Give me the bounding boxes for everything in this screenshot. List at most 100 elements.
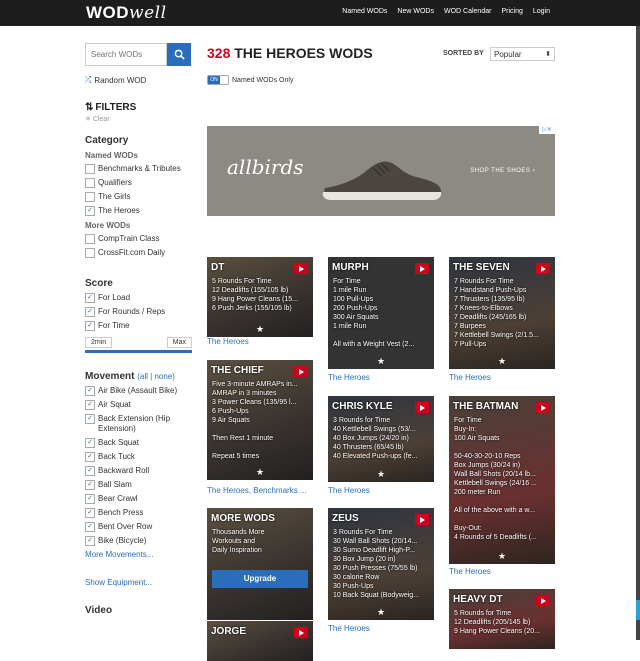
wod-card-more-wods[interactable]: MORE WODS Thousands More Workouts and Daily… [207,508,313,620]
clear-filters-link[interactable]: ✕ Clear [85,115,192,123]
filter-for-load[interactable]: ✓ For Load [85,293,192,303]
wod-card-the-batman[interactable]: THE BATMAN For Time Buy-In: 100 Air Squats 5… [449,396,555,564]
wod-card-zeus[interactable]: ZEUS 3 Rounds For Time 30 Wall Ball Shots … [328,508,434,620]
checkbox-checked[interactable]: ✓ [85,508,95,518]
checkbox-checked[interactable]: ✓ [85,206,95,216]
checkbox[interactable] [85,234,95,244]
favorite-star-icon[interactable]: ★ [328,356,434,367]
named-only-toggle[interactable]: ON Named WODs Only [207,75,293,85]
checkbox-checked[interactable]: ✓ [85,400,95,410]
filter-bear-crawl[interactable]: ✓ Bear Crawl [85,494,192,504]
nav-pricing[interactable]: Pricing [496,8,527,15]
wod-category-link[interactable]: The Heroes [207,337,249,346]
nav-login[interactable]: Login [528,8,555,15]
favorite-star-icon[interactable]: ★ [328,607,434,618]
range-slider[interactable] [85,350,192,353]
video-play-icon[interactable] [536,263,550,274]
filter-qualifiers[interactable]: Qualifiers [85,178,192,188]
filter-for-rounds-reps[interactable]: ✓ For Rounds / Reps [85,307,192,317]
filter-back-extension-hip-extension[interactable]: ✓ Back Extension (Hip Extension) [85,414,192,434]
checkbox[interactable] [85,178,95,188]
wod-card-murph[interactable]: MURPH For Time 1 mile Run 100 Pull-Ups 200 P… [328,257,434,369]
checkbox[interactable] [85,192,95,202]
checkbox-checked[interactable]: ✓ [85,321,95,331]
checkbox-checked[interactable]: ✓ [85,438,95,448]
wod-category-link[interactable]: The Heroes [328,486,370,495]
nav-new-wods[interactable]: New WODs [392,8,439,15]
scrollbar[interactable] [636,26,640,640]
filter-bench-press[interactable]: ✓ Bench Press [85,508,192,518]
nav-named-wods[interactable]: Named WODs [337,8,392,15]
movement-all-link[interactable]: all [140,372,148,381]
nav-wod-calendar[interactable]: WOD Calendar [439,8,496,15]
checkbox-checked[interactable]: ✓ [85,452,95,462]
wod-category-link[interactable]: The Heroes, Benchmarks ... [207,486,307,495]
filter-the-girls[interactable]: The Girls [85,192,192,202]
video-play-icon[interactable] [294,263,308,274]
search-input[interactable] [85,43,167,66]
filter-bent-over-row[interactable]: ✓ Bent Over Row [85,522,192,532]
more-movements-link[interactable]: More Movements... [85,550,192,559]
favorite-star-icon[interactable]: ★ [328,469,434,480]
checkbox-checked[interactable]: ✓ [85,386,95,396]
toggle-switch[interactable]: ON [207,75,229,85]
wod-category-link[interactable]: The Heroes [328,624,370,633]
logo[interactable]: WODwell [86,3,167,23]
feedback-tab[interactable] [636,600,640,620]
filter-the-heroes[interactable]: ✓ The Heroes [85,206,192,216]
wod-card-the-seven[interactable]: THE SEVEN 7 Rounds For Time 7 Handstand Pu… [449,257,555,369]
checkbox-checked[interactable]: ✓ [85,494,95,504]
filter-crossfit-com-daily[interactable]: CrossFit.com Daily [85,248,192,258]
upgrade-button[interactable]: Upgrade [212,570,308,588]
wod-category-link[interactable]: The Heroes [449,373,491,382]
checkbox-checked[interactable]: ✓ [85,536,95,546]
favorite-star-icon[interactable]: ★ [449,356,555,367]
video-play-icon[interactable] [415,263,429,274]
video-play-icon[interactable] [415,402,429,413]
filter-for-time[interactable]: ✓ For Time [85,321,192,331]
video-play-icon[interactable] [415,514,429,525]
filter-air-bike-assault-bike[interactable]: ✓ Air Bike (Assault Bike) [85,386,192,396]
filter-backward-roll[interactable]: ✓ Backward Roll [85,466,192,476]
wod-category-link[interactable]: The Heroes [449,567,491,576]
video-play-icon[interactable] [294,627,308,638]
show-equipment-link[interactable]: Show Equipment... [85,578,192,587]
wod-category-link[interactable]: The Heroes [328,373,370,382]
wod-line: 3 Rounds for Time [333,417,391,424]
filter-ball-slam[interactable]: ✓ Ball Slam [85,480,192,490]
favorite-star-icon[interactable]: ★ [207,467,313,478]
checkbox-checked[interactable]: ✓ [85,293,95,303]
checkbox-checked[interactable]: ✓ [85,522,95,532]
wod-line: 6 Push-Ups [212,408,249,415]
range-min-field[interactable]: 2min [85,337,113,348]
range-max-field[interactable]: Max [166,337,192,348]
ad-choices-icon[interactable]: ▷✕ [539,126,555,134]
checkbox-checked[interactable]: ✓ [85,466,95,476]
wod-card-jorge[interactable]: JORGE [207,621,313,661]
wod-card-heavy-dt[interactable]: HEAVY DT 5 Rounds for Time 12 Deadlifts (2… [449,589,555,649]
filter-benchmarks-tributes[interactable]: Benchmarks & Tributes [85,164,192,174]
checkbox-checked[interactable]: ✓ [85,414,95,424]
video-play-icon[interactable] [294,366,308,377]
checkbox-checked[interactable]: ✓ [85,307,95,317]
filter-bike-bicycle[interactable]: ✓ Bike (Bicycle) [85,536,192,546]
checkbox-checked[interactable]: ✓ [85,480,95,490]
wod-card-the-chief[interactable]: THE CHIEF Five 3-minute AMRAPs in... AMRAP… [207,360,313,480]
checkbox[interactable] [85,248,95,258]
advertisement-banner[interactable]: ▷✕ allbirds SHOP THE SHOES › [207,126,555,216]
video-play-icon[interactable] [536,402,550,413]
filter-air-squat[interactable]: ✓ Air Squat [85,400,192,410]
favorite-star-icon[interactable]: ★ [207,324,313,335]
wod-card-chris-kyle[interactable]: CHRIS KYLE 3 Rounds for Time 40 Kettlebell… [328,396,434,482]
video-play-icon[interactable] [536,595,550,606]
filter-back-tuck[interactable]: ✓ Back Tuck [85,452,192,462]
wod-card-dt[interactable]: DT 5 Rounds For Time 12 Deadlifts (155/105… [207,257,313,337]
search-button[interactable] [167,43,191,66]
sort-select[interactable]: Popular ⬍ [490,47,555,61]
checkbox[interactable] [85,164,95,174]
favorite-star-icon[interactable]: ★ [449,551,555,562]
random-wod-link[interactable]: ⤮ Random WOD [85,75,192,85]
movement-none-link[interactable]: none [154,372,172,381]
filter-comptrain-class[interactable]: CompTrain Class [85,234,192,244]
filter-back-squat[interactable]: ✓ Back Squat [85,438,192,448]
